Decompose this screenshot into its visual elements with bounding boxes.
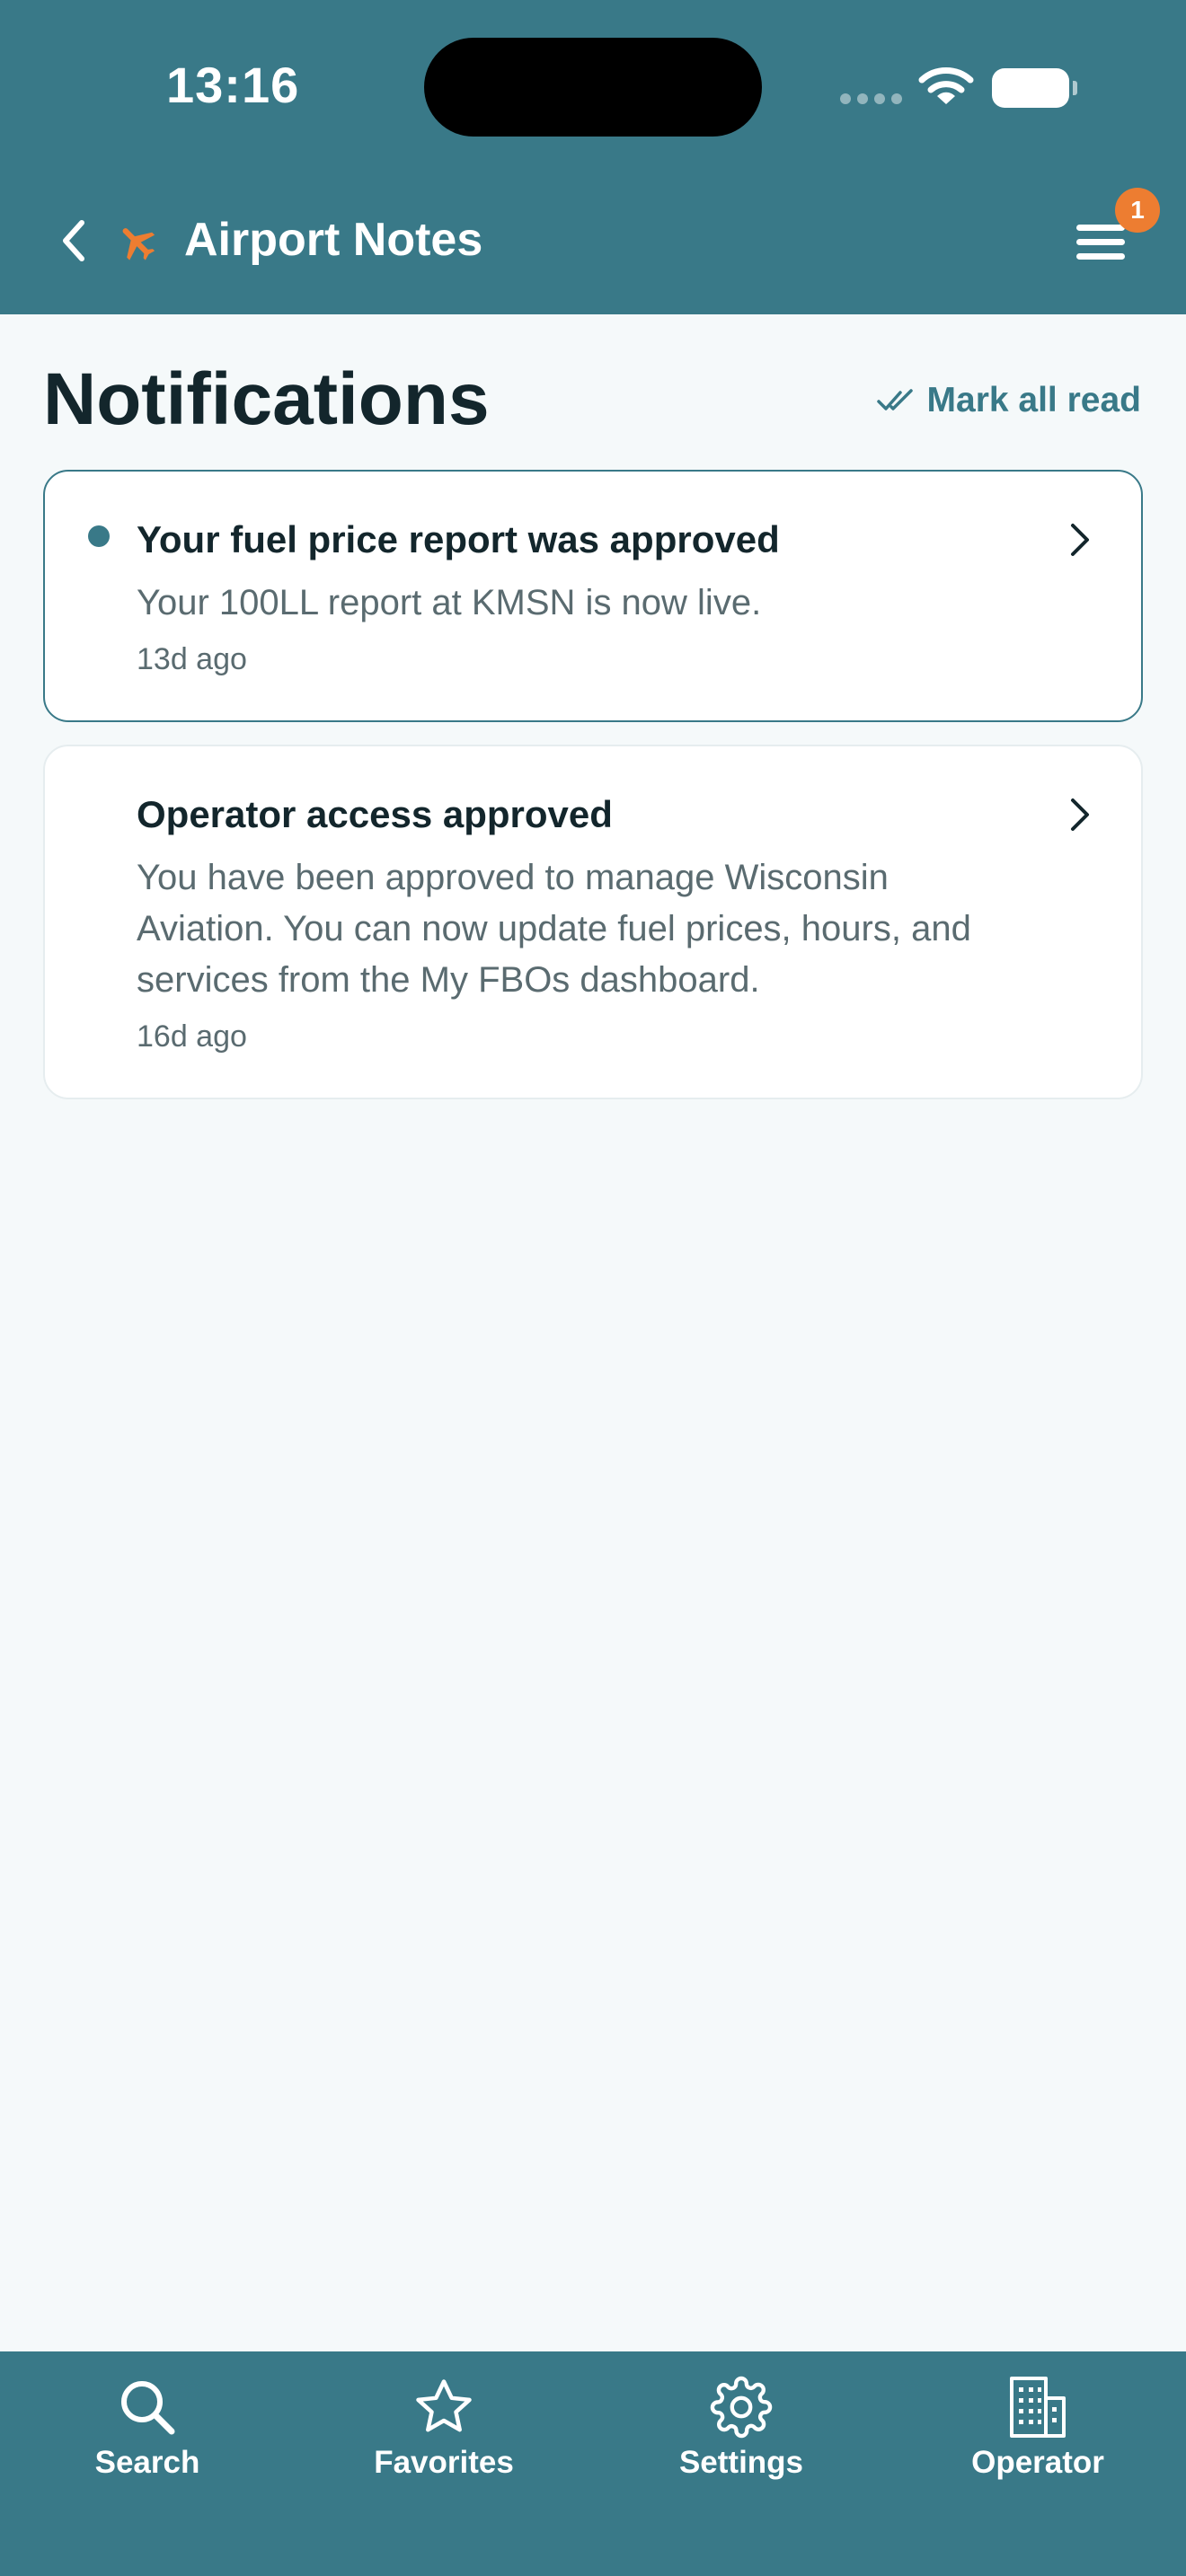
tab-label: Favorites (374, 2445, 514, 2480)
mark-all-read-button[interactable]: Mark all read (876, 381, 1141, 420)
notification-card[interactable]: Your fuel price report was approved Your… (43, 470, 1143, 722)
tab-favorites[interactable]: Favorites (318, 2373, 570, 2490)
notification-card[interactable]: Operator access approved You have been a… (43, 745, 1143, 1099)
dynamic-island (424, 38, 762, 137)
notification-body: You have been approved to manage Wiscons… (137, 858, 971, 1000)
app-title: Airport Notes (184, 214, 483, 266)
cellular-signal-icon (840, 93, 902, 104)
unread-dot (88, 525, 110, 547)
chevron-right-icon (1071, 524, 1089, 556)
tab-label: Settings (678, 2445, 804, 2480)
chevron-right-icon (1071, 798, 1089, 831)
notification-body: Your 100LL report at KMSN is now live. (137, 583, 762, 622)
menu-line (1076, 253, 1125, 260)
app-header: 13:16 Airport Notes 1 (0, 0, 1186, 314)
chevron-left-icon (63, 220, 84, 261)
double-check-icon (876, 389, 913, 410)
tab-label: Search (94, 2445, 200, 2480)
battery-icon (992, 68, 1077, 108)
star-icon (416, 2379, 472, 2432)
notification-time: 13d ago (137, 642, 247, 676)
search-icon (121, 2381, 175, 2435)
tab-search[interactable]: Search (22, 2373, 273, 2490)
tab-settings[interactable]: Settings (615, 2373, 867, 2490)
tab-label: Operator (971, 2445, 1104, 2480)
status-time: 13:16 (166, 57, 300, 113)
notification-time: 16d ago (137, 1019, 247, 1054)
menu-line (1076, 225, 1125, 231)
building-icon (1010, 2377, 1066, 2438)
page-title: Notifications (43, 358, 490, 440)
notification-title: Your fuel price report was approved (137, 518, 780, 560)
notification-badge: 1 (1115, 188, 1160, 233)
notification-title: Operator access approved (137, 793, 613, 835)
mark-all-read-label: Mark all read (926, 381, 1141, 419)
notifications-screen: 13:16 Airport Notes 1 Notifications Mark… (0, 0, 1186, 2576)
menu-line (1076, 239, 1125, 245)
wifi-icon (918, 67, 974, 104)
tab-bar: Search Favorites Settings Operator (0, 2351, 1186, 2576)
tab-operator[interactable]: Operator (912, 2373, 1164, 2490)
menu-button[interactable] (1071, 219, 1128, 266)
gear-icon (710, 2376, 773, 2439)
back-button[interactable] (54, 216, 93, 266)
plane-icon (122, 228, 155, 260)
